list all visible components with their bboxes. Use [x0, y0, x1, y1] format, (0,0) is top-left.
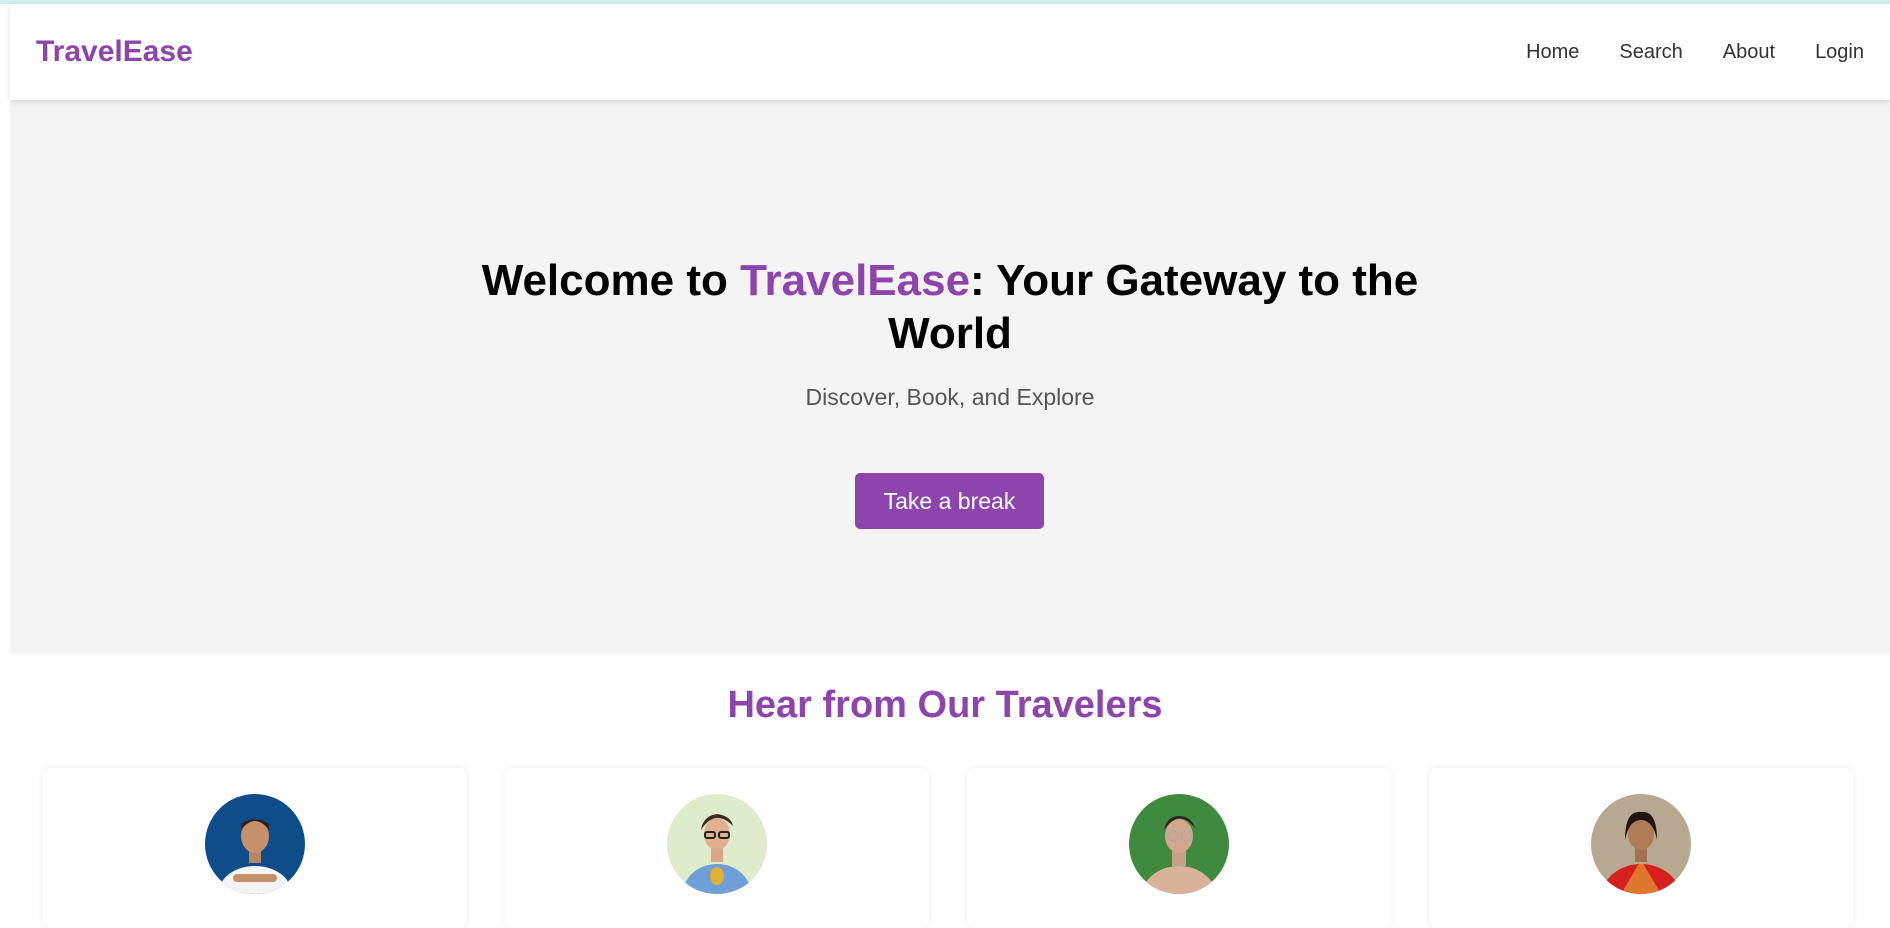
- brand-logo[interactable]: TravelEase: [36, 35, 193, 69]
- take-a-break-button[interactable]: Take a break: [855, 473, 1044, 529]
- hero-subtitle: Discover, Book, and Explore: [805, 384, 1095, 410]
- testimonial-card: [1429, 768, 1853, 928]
- traveler-avatar: [1129, 794, 1229, 894]
- traveler-avatar: [205, 794, 305, 894]
- traveler-avatar: [667, 794, 767, 894]
- person-icon: [1129, 794, 1229, 894]
- main-nav: Home Search About Login: [1526, 41, 1864, 64]
- testimonial-card: [967, 768, 1391, 928]
- person-icon: [1591, 794, 1691, 894]
- testimonial-card: [43, 768, 467, 928]
- navbar: TravelEase Home Search About Login: [10, 4, 1890, 100]
- testimonials-title: Hear from Our Travelers: [727, 684, 1163, 726]
- hero-title: Welcome to TravelEase: Your Gateway to t…: [450, 254, 1450, 360]
- nav-about-link[interactable]: About: [1723, 41, 1775, 64]
- testimonial-cards: [43, 768, 1853, 928]
- hero-title-prefix: Welcome to: [481, 256, 741, 305]
- hero-title-brand: TravelEase: [740, 256, 971, 305]
- hero-section: Welcome to TravelEase: Your Gateway to t…: [10, 100, 1890, 654]
- testimonial-card: [505, 768, 929, 928]
- person-icon: [205, 794, 305, 894]
- traveler-avatar: [1591, 794, 1691, 894]
- nav-search-link[interactable]: Search: [1619, 41, 1682, 64]
- person-icon: [667, 794, 767, 894]
- nav-home-link[interactable]: Home: [1526, 41, 1579, 64]
- nav-login-link[interactable]: Login: [1815, 41, 1864, 64]
